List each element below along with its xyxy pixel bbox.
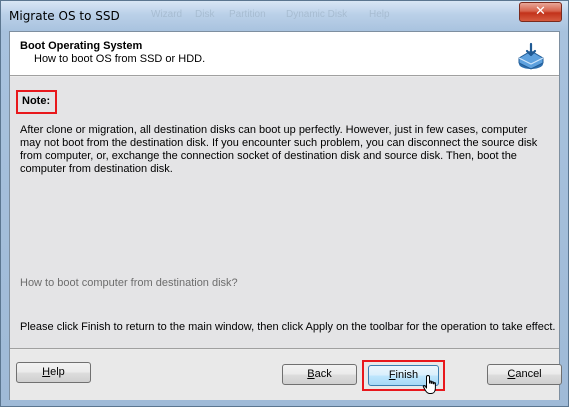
ghost-menu-item: Dynamic Disk [286,9,348,20]
wizard-content: Note: After clone or migration, all dest… [10,77,559,349]
title-bar[interactable]: Migrate OS to SSD Wizard Disk Partition … [1,1,568,31]
close-button[interactable]: ✕ [519,2,562,22]
cancel-label: ancel [515,368,542,380]
finish-instruction: Please click Finish to return to the mai… [20,321,556,333]
ghost-menu-item: Help [369,9,390,20]
back-label: ack [314,368,332,380]
back-button[interactable]: Back [282,364,357,385]
help-button[interactable]: Help [16,362,91,383]
cancel-button[interactable]: Cancel [487,364,562,385]
note-line: After clone or migration, all destinatio… [20,124,528,136]
wizard-header: Boot Operating System How to boot OS fro… [10,32,559,76]
back-mnemonic: B [307,368,315,380]
note-label: Note: [16,90,57,114]
finish-mnemonic: F [388,369,396,381]
ghost-menu-item: Wizard [151,9,183,20]
migrate-os-dialog: Migrate OS to SSD Wizard Disk Partition … [0,0,569,407]
finish-label: inish [395,369,419,381]
note-body: After clone or migration, all destinatio… [20,124,550,176]
note-line: from computer, or, exchange the connecti… [20,150,517,162]
note-line: may not boot from the destination disk. … [20,137,538,149]
ghost-menu-item: Partition [229,9,266,20]
help-label: elp [50,366,65,378]
note-line: computer from destination disk. [20,163,173,175]
disk-boot-icon [518,42,544,70]
howto-boot-link[interactable]: How to boot computer from destination di… [20,277,238,289]
help-mnemonic: H [42,366,51,378]
hand-cursor-icon [422,374,436,394]
window-title: Migrate OS to SSD [9,9,120,23]
dialog-client-area: Boot Operating System How to boot OS fro… [9,31,562,400]
page-subtitle: How to boot OS from SSD or HDD. [34,53,206,65]
wizard-footer: Help Back Finish Cancel [10,350,562,400]
ghost-menu-item: Disk [195,9,215,20]
close-icon: ✕ [535,4,546,19]
page-title: Boot Operating System [20,40,143,52]
